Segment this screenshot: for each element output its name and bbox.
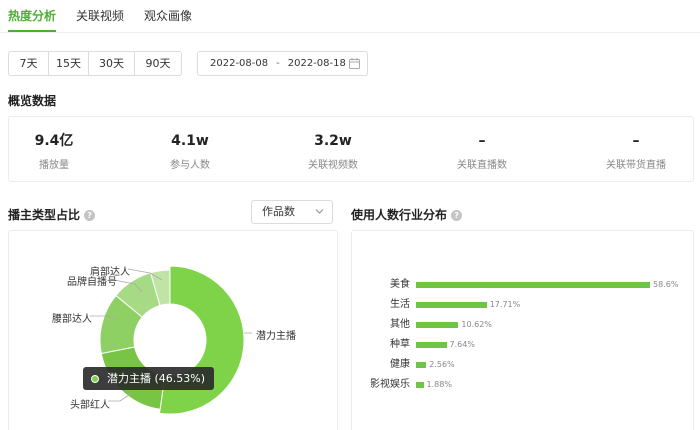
- slice-label-head: 头部红人: [70, 400, 110, 411]
- metric-select-value: 作品数: [262, 205, 295, 218]
- bar-category-label: 生活: [390, 299, 410, 310]
- metric-related-lives: – 关联直播数: [427, 131, 537, 171]
- time-range-group: 7天 15天 30天 90天: [8, 51, 182, 76]
- bar[interactable]: [416, 322, 459, 328]
- tab-related-videos[interactable]: 关联视频: [76, 0, 124, 32]
- tab-audience-profile[interactable]: 观众画像: [144, 0, 192, 32]
- date-range-picker[interactable]: 2022-08-08 - 2022-08-18: [197, 51, 368, 76]
- chevron-down-icon: [315, 209, 324, 214]
- overview-card: 9.4亿 播放量 4.1w 参与人数 3.2w 关联视频数 – 关联直播数 – …: [8, 116, 694, 182]
- date-start: 2022-08-08: [210, 58, 269, 69]
- bar-row: 美食 58.6%: [352, 279, 692, 291]
- bar-row: 种草 7.64%: [352, 339, 692, 351]
- bar-row: 其他 10.62%: [352, 319, 692, 331]
- metric-plays: 9.4亿 播放量: [0, 131, 109, 171]
- bar-category-label: 其他: [390, 319, 410, 330]
- date-separator: -: [276, 58, 280, 69]
- date-end: 2022-08-18: [287, 58, 346, 69]
- metric-value: 9.4亿: [34, 133, 74, 149]
- anchor-type-title: 播主类型占比?: [8, 206, 96, 223]
- metric-label: 关联直播数: [457, 160, 507, 171]
- metric-value: –: [632, 133, 640, 149]
- metric-value: 4.1w: [171, 133, 209, 149]
- metric-participants: 4.1w 参与人数: [135, 131, 245, 171]
- metric-label: 关联视频数: [308, 160, 358, 171]
- range-90d-button[interactable]: 90天: [135, 52, 181, 75]
- range-15d-button[interactable]: 15天: [49, 52, 89, 75]
- bar-value-label: 10.62%: [461, 320, 492, 329]
- bar-category-label: 种草: [390, 339, 410, 350]
- bar-row: 影视娱乐 1.88%: [352, 379, 692, 391]
- metric-label: 参与人数: [170, 160, 210, 171]
- bar[interactable]: [416, 382, 424, 388]
- metric-value: –: [478, 133, 486, 149]
- bar-category-label: 影视娱乐: [370, 379, 410, 390]
- anchor-type-title-text: 播主类型占比: [8, 208, 81, 222]
- question-circle-icon[interactable]: ?: [451, 210, 463, 221]
- calendar-icon[interactable]: [349, 58, 360, 69]
- metric-select[interactable]: 作品数: [251, 200, 333, 224]
- metric-label: 关联带货直播: [606, 160, 666, 171]
- metric-related-videos: 3.2w 关联视频数: [278, 131, 388, 171]
- industry-title-text: 使用人数行业分布: [351, 208, 448, 222]
- bar-value-label: 2.56%: [429, 360, 455, 369]
- metric-value: 3.2w: [314, 133, 352, 149]
- bar-row: 生活 17.71%: [352, 299, 692, 311]
- range-30d-button[interactable]: 30天: [89, 52, 135, 75]
- bar-row: 健康 2.56%: [352, 359, 692, 371]
- slice-label-brand: 品牌自播号: [67, 277, 117, 288]
- range-7d-button[interactable]: 7天: [9, 52, 49, 75]
- bar[interactable]: [416, 302, 487, 308]
- slice-label-potential: 潜力主播: [256, 331, 296, 342]
- bar-category-label: 美食: [390, 279, 410, 290]
- metric-label: 播放量: [39, 160, 69, 171]
- slice-label-waist: 腰部达人: [52, 314, 92, 325]
- industry-title: 使用人数行业分布?: [351, 206, 463, 223]
- bar[interactable]: [416, 362, 427, 368]
- top-tabs: 热度分析 关联视频 观众画像: [8, 0, 192, 32]
- tabs-divider: [0, 32, 700, 33]
- bar[interactable]: [416, 342, 447, 348]
- metric-related-commerce-lives: – 关联带货直播: [581, 131, 691, 171]
- bar-value-label: 58.6%: [653, 280, 679, 289]
- tab-heat-analysis[interactable]: 热度分析: [8, 0, 57, 32]
- bar[interactable]: [416, 282, 650, 288]
- bar-value-label: 7.64%: [449, 340, 475, 349]
- chart-tooltip: 潜力主播 (46.53%): [83, 367, 215, 390]
- bar-value-label: 17.71%: [489, 300, 521, 309]
- bar-category-label: 健康: [390, 359, 410, 370]
- overview-title: 概览数据: [8, 94, 57, 108]
- bar-value-label: 1.88%: [426, 380, 452, 389]
- question-circle-icon[interactable]: ?: [84, 210, 96, 221]
- tooltip-text: 潜力主播 (46.53%): [107, 372, 206, 385]
- tooltip-color-dot: [91, 375, 99, 383]
